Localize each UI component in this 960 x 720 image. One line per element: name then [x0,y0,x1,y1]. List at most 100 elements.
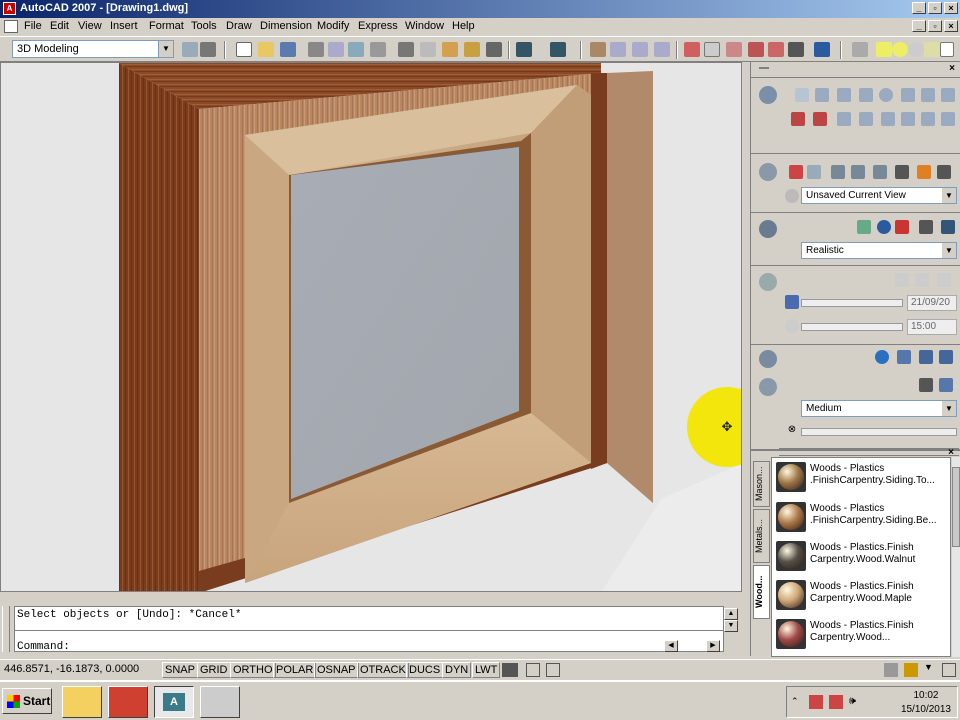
zoom-realtime-icon[interactable] [610,42,626,57]
pan-3d-icon[interactable] [831,165,845,179]
scroll-left-button[interactable]: ◀ [664,640,678,652]
doc-close-button[interactable]: × [944,20,958,32]
chevron-down-icon[interactable]: ▼ [158,41,173,57]
date-slider[interactable] [801,299,903,307]
undo-icon[interactable] [516,42,532,57]
tab-masonry[interactable]: Mason... [753,461,770,507]
menu-help[interactable]: Help [452,20,475,32]
3d-make-icon[interactable] [759,86,777,104]
dashboard-header[interactable]: × [751,62,960,78]
sheet-set-icon[interactable] [748,42,764,57]
paste-icon[interactable] [442,42,458,57]
media-app-icon[interactable] [200,686,240,718]
chevron-down-icon[interactable]: ▼ [924,662,934,676]
list-item[interactable]: Woods - Plastics.Finish Carpentry.Wood.W… [774,537,950,575]
design-center-icon[interactable] [704,42,720,57]
menu-file[interactable]: File [24,20,42,32]
autocad-app-icon[interactable]: A [154,686,194,718]
tray-arrow-icon[interactable]: ⌃ [791,696,799,707]
cursor-arrow-icon[interactable] [795,88,809,102]
command-prompt[interactable]: Command: [17,641,70,653]
sun-time[interactable]: 15:00 [907,319,957,335]
close-icon[interactable]: × [949,63,955,74]
list-item[interactable]: Woods - Plastics.Finish Carpentry.Wood..… [774,615,950,653]
chevron-down-icon[interactable]: ▼ [942,188,956,203]
union-icon[interactable] [901,112,915,126]
plot-preview-icon[interactable] [328,42,344,57]
document-icon[interactable] [4,20,18,33]
sun-status-icon[interactable] [895,273,909,287]
workspace-select[interactable]: 3D Modeling ▼ [12,40,174,58]
torus-icon[interactable] [921,88,935,102]
snap-toggle[interactable]: SNAP [162,662,198,678]
tool-palettes-icon[interactable] [726,42,742,57]
extrude-icon[interactable] [791,112,805,126]
drawing-viewport[interactable]: ✥ [0,62,742,592]
security-icon[interactable] [829,695,843,709]
cylinder-icon[interactable] [901,88,915,102]
lock-icon[interactable] [904,663,918,677]
layout2-icon[interactable] [546,663,560,677]
open-icon[interactable] [258,42,274,57]
subtract-icon[interactable] [921,112,935,126]
camera-icon[interactable] [895,165,909,179]
material-sphere-icon[interactable] [875,350,889,364]
light-glyph-icon[interactable] [937,273,951,287]
scroll-thumb[interactable] [952,467,960,547]
block-editor-icon[interactable] [486,42,502,57]
sphere-icon[interactable] [879,88,893,102]
scroll-right-button[interactable]: ▶ [706,640,720,652]
volume-icon[interactable]: 🕪 [849,695,863,709]
intersect-icon[interactable] [941,112,955,126]
zoom-window-icon[interactable] [632,42,648,57]
grid-toggle[interactable]: GRID [197,662,231,678]
markup-icon[interactable] [768,42,784,57]
sweep-icon[interactable] [837,112,851,126]
render-quality-select[interactable]: Medium ▼ [801,400,957,417]
menu-express[interactable]: Express [358,20,398,32]
list-item[interactable]: Woods - Plastics.Finish Carpentry.Wood.M… [774,576,950,614]
visual-style-select[interactable]: Realistic ▼ [801,242,957,259]
viewport-scrollbar[interactable] [742,62,750,592]
menu-draw[interactable]: Draw [226,20,252,32]
chevron-down-icon[interactable]: ▼ [942,243,956,258]
walk-icon[interactable] [851,165,865,179]
zoom-previous-icon[interactable] [654,42,670,57]
polar-toggle[interactable]: POLAR [273,662,317,678]
explorer-app-icon[interactable] [62,686,102,718]
otrack-toggle[interactable]: OTRACK [357,662,409,678]
view-select[interactable]: Unsaved Current View ▼ [801,187,957,204]
calculator-icon[interactable] [788,42,804,57]
pyramid-icon[interactable] [941,88,955,102]
attach-material-icon[interactable] [919,350,933,364]
lock-icon[interactable] [924,42,940,57]
start-button[interactable]: Start [2,688,52,714]
match-properties-icon[interactable] [464,42,480,57]
doc-restore-button[interactable]: ▫ [928,20,942,32]
scissors-icon[interactable] [398,42,414,57]
render-icon[interactable] [759,378,777,396]
cut-icon[interactable] [370,42,386,57]
sun-date[interactable]: 21/09/20 [907,295,957,311]
time-slider[interactable] [801,323,903,331]
wireframe-icon[interactable] [857,220,871,234]
doc-minimize-button[interactable]: _ [912,20,926,32]
visual-styles-icon[interactable] [759,220,777,238]
layout-icon[interactable] [526,663,540,677]
materials-window-icon[interactable] [939,350,953,364]
tab-metals[interactable]: Metals... [753,509,770,563]
sun-icon[interactable] [892,42,908,57]
list-item[interactable]: Woods - Plastics .FinishCarpentry.Siding… [774,498,950,536]
lightbulb-icon[interactable] [876,42,892,57]
workspace-save-icon[interactable] [200,42,216,57]
save-icon[interactable] [280,42,296,57]
face-style-icon[interactable] [941,220,955,234]
layer-manager-icon[interactable] [852,42,868,57]
3d-navigate-icon[interactable] [759,163,777,181]
zoom-icon[interactable] [807,165,821,179]
osnap-toggle[interactable]: OSNAP [314,662,359,678]
box-icon[interactable] [815,88,829,102]
fly-icon[interactable] [873,165,887,179]
loft-icon[interactable] [859,112,873,126]
dyn-toggle[interactable]: DYN [442,662,472,678]
